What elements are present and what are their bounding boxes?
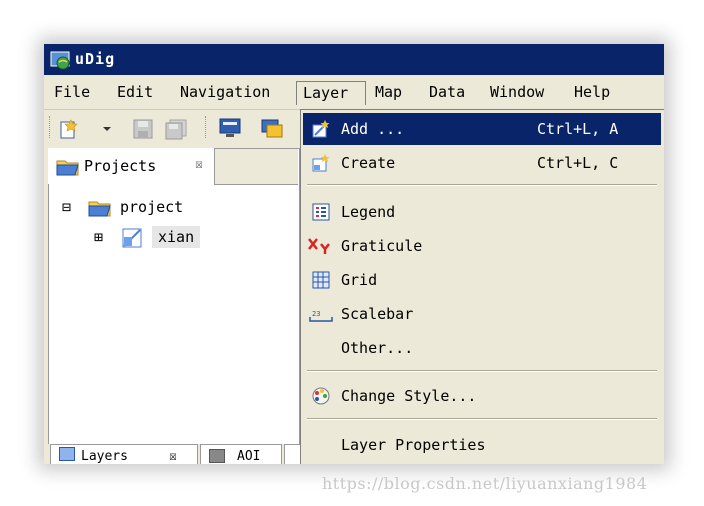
projects-folder-icon — [56, 160, 79, 176]
menu-navigation[interactable]: Navigation — [174, 81, 276, 105]
project-folder-icon — [88, 201, 111, 217]
menu-item-label: Legend — [341, 203, 396, 221]
grid-icon — [312, 271, 330, 289]
menu-item-change-style[interactable]: Change Style... — [303, 380, 661, 412]
monitor-icon[interactable] — [218, 117, 242, 139]
menu-item-label: Add ... — [341, 120, 405, 138]
menu-item-scalebar[interactable]: 23 Scalebar — [303, 298, 661, 330]
scalebar-icon: 23 — [309, 310, 333, 322]
layers-icon — [59, 447, 75, 461]
menu-item-label: Layer Properties — [341, 436, 486, 454]
tree-item-label: project — [120, 198, 184, 216]
menu-separator — [307, 370, 657, 372]
tab-projects-close-button[interactable]: ☒ — [195, 157, 203, 172]
tab-layers-close-button[interactable]: ☒ — [169, 447, 177, 464]
save-all-icon[interactable] — [164, 118, 188, 140]
udig-globe-icon — [50, 51, 70, 70]
tab-aoi-label: AOI — [237, 449, 261, 464]
tab-projects[interactable]: Projects ☒ — [48, 148, 215, 184]
menu-layer[interactable]: Layer — [296, 81, 366, 105]
menu-item-label: Scalebar — [341, 305, 414, 323]
title-bar[interactable]: uDig — [44, 44, 664, 75]
menu-window[interactable]: Window — [484, 81, 550, 105]
menu-item-grid[interactable]: Grid — [303, 264, 661, 296]
menu-item-legend[interactable]: Legend — [303, 196, 661, 228]
menu-item-layer-properties[interactable]: Layer Properties — [303, 429, 661, 461]
menu-separator — [307, 418, 657, 420]
tab-projects-label: Projects — [84, 157, 157, 175]
dropdown-arrow-icon[interactable] — [102, 126, 112, 132]
expand-toggle[interactable]: ⊞ — [94, 228, 103, 246]
menu-item-label: Grid — [341, 271, 378, 289]
collapse-toggle[interactable]: ⊟ — [62, 198, 71, 216]
menu-item-shortcut: Ctrl+L, A — [537, 120, 619, 138]
menu-item-label: Change Style... — [341, 387, 477, 405]
menu-edit[interactable]: Edit — [111, 81, 159, 105]
menu-item-shortcut: Ctrl+L, C — [537, 154, 619, 172]
svg-text:23: 23 — [312, 310, 320, 318]
legend-icon — [312, 203, 330, 221]
window-title: uDig — [75, 50, 116, 68]
panel-header-fill — [214, 149, 298, 184]
bottom-tab-strip: Layers ☒ AOI — [48, 444, 306, 464]
map-icon — [122, 228, 142, 248]
graticule-icon — [308, 238, 330, 254]
menu-item-create[interactable]: Create Ctrl+L, C — [303, 147, 661, 179]
tree-item-label: xian — [152, 226, 201, 248]
tab-aoi[interactable]: AOI — [200, 444, 282, 464]
create-layer-icon — [312, 154, 330, 172]
projects-panel — [48, 148, 300, 446]
menu-file[interactable]: File — [48, 81, 96, 105]
menu-bar: File Edit Navigation Layer Map Data Wind… — [44, 75, 664, 110]
palette-icon — [312, 387, 330, 405]
toolbar-separator — [205, 116, 208, 138]
menu-separator — [307, 184, 657, 186]
new-icon[interactable] — [58, 118, 80, 140]
aoi-icon — [209, 449, 225, 463]
menu-help[interactable]: Help — [568, 81, 616, 105]
panel-header-divider — [214, 184, 298, 185]
menu-item-other[interactable]: Other... — [303, 332, 661, 364]
menu-data[interactable]: Data — [423, 81, 471, 105]
add-layer-icon — [312, 120, 330, 138]
menu-item-label: Graticule — [341, 237, 423, 255]
menu-item-label: Create — [341, 154, 396, 172]
menu-map[interactable]: Map — [369, 81, 408, 105]
toolbar-grip — [49, 116, 52, 138]
layers-window-icon[interactable] — [260, 117, 284, 139]
menu-item-graticule[interactable]: Graticule — [303, 230, 661, 262]
save-icon[interactable] — [132, 118, 154, 140]
menu-item-label: Other... — [341, 339, 414, 357]
tab-layers[interactable]: Layers ☒ — [50, 444, 198, 464]
watermark-text: https://blog.csdn.net/liyuanxiang1984 — [322, 474, 648, 493]
menu-item-add[interactable]: Add ... Ctrl+L, A — [303, 113, 661, 145]
tab-layers-label: Layers — [81, 449, 128, 464]
udig-window: uDig File Edit Navigation Layer Map Data… — [44, 44, 664, 464]
layer-menu-dropdown: Add ... Ctrl+L, A Create Ctrl+L, C Legen… — [300, 109, 664, 464]
